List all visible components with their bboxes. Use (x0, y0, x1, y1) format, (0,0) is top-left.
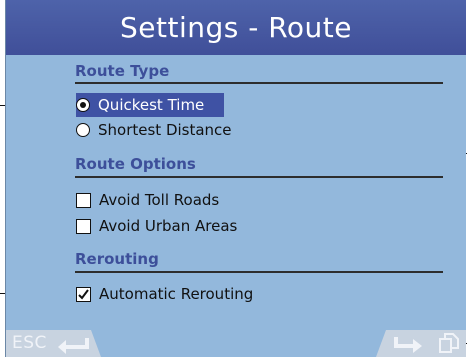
window-title: Settings - Route (6, 0, 466, 55)
enter-arrow-icon (58, 338, 89, 354)
checkbox-automatic-rerouting[interactable]: Automatic Rerouting (76, 282, 253, 306)
radio-label: Quickest Time (98, 96, 205, 114)
section-title-rerouting: Rerouting (75, 250, 159, 268)
section-divider (75, 176, 443, 178)
radio-button[interactable] (76, 123, 90, 137)
section-divider (75, 82, 443, 84)
checkbox-avoid-toll-roads[interactable]: Avoid Toll Roads (76, 188, 219, 212)
turn-arrow-icon (394, 337, 422, 353)
checkbox-avoid-urban-areas[interactable]: Avoid Urban Areas (76, 214, 237, 238)
radio-shortest-distance[interactable]: Shortest Distance (76, 118, 232, 142)
esc-label: ESC (12, 333, 47, 353)
section-title-route-options: Route Options (75, 155, 196, 173)
screen-panel: Settings - Route Route Type Quickest Tim… (5, 0, 466, 357)
pages-icon (439, 333, 459, 353)
checkbox-label: Avoid Urban Areas (99, 217, 238, 235)
radio-button-selected[interactable] (76, 98, 90, 112)
checkbox-checked[interactable] (76, 286, 91, 302)
page-soft-key[interactable] (376, 330, 466, 357)
checkmark-icon (78, 288, 89, 300)
soft-key-bar: ESC (6, 330, 466, 357)
checkbox[interactable] (76, 218, 91, 234)
radio-quickest-time[interactable]: Quickest Time (76, 93, 225, 117)
radio-label: Shortest Distance (98, 121, 232, 139)
esc-soft-key[interactable]: ESC (6, 330, 101, 357)
checkbox-label: Avoid Toll Roads (99, 191, 220, 209)
section-divider (75, 271, 443, 273)
checkbox[interactable] (76, 192, 91, 208)
section-title-route-type: Route Type (75, 62, 170, 80)
settings-screen: Settings - Route Route Type Quickest Tim… (0, 0, 467, 357)
checkbox-label: Automatic Rerouting (99, 285, 254, 303)
